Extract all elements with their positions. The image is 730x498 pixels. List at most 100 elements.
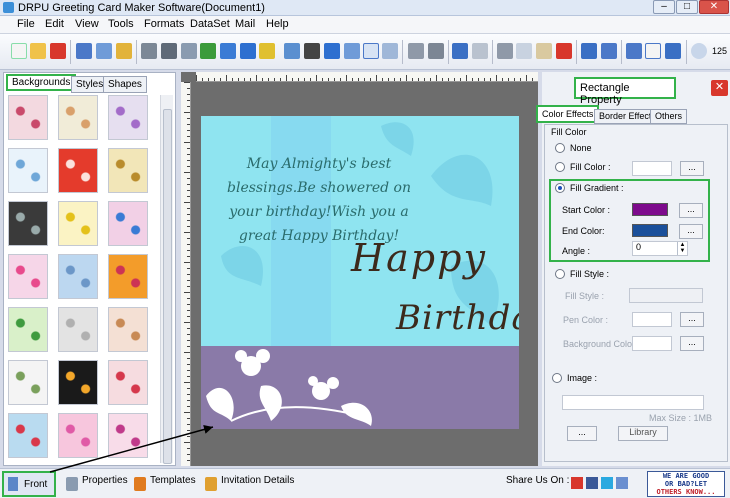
front-button[interactable]: Front	[2, 471, 56, 497]
tab-backgrounds[interactable]: Backgrounds	[6, 74, 77, 91]
background-thumbnail[interactable]	[8, 148, 48, 193]
cut-icon[interactable]	[497, 43, 513, 59]
radio-image[interactable]	[552, 373, 562, 383]
fill-color-swatch[interactable]	[632, 161, 672, 176]
redo-icon[interactable]	[472, 43, 488, 59]
card-wish-text[interactable]: May Almighty's best blessings.Be showere…	[219, 152, 419, 248]
background-thumbnail[interactable]	[8, 413, 48, 458]
menu-view[interactable]: View	[75, 18, 99, 30]
background-color-swatch[interactable]	[632, 336, 672, 351]
shapes-icon[interactable]	[259, 43, 275, 59]
page-setup-icon[interactable]	[181, 43, 197, 59]
data-settings-icon[interactable]	[428, 43, 444, 59]
background-thumbnail[interactable]	[58, 254, 98, 299]
background-thumbnail[interactable]	[58, 201, 98, 246]
barcode-icon[interactable]	[304, 43, 320, 59]
image-path-input[interactable]	[562, 395, 704, 410]
close-icon[interactable]	[50, 43, 66, 59]
zoom-icon[interactable]	[691, 43, 707, 59]
facebook-icon[interactable]	[586, 477, 598, 489]
new-icon[interactable]	[11, 43, 27, 59]
grid-icon[interactable]	[626, 43, 642, 59]
twitter-icon[interactable]	[601, 477, 613, 489]
background-thumbnail[interactable]	[108, 254, 148, 299]
google-plus-icon[interactable]	[571, 477, 583, 489]
close-panel-icon[interactable]: ✕	[711, 80, 728, 96]
thumbnail-scrollbar[interactable]	[160, 95, 173, 464]
copy-icon[interactable]	[516, 43, 532, 59]
menu-file[interactable]: File	[17, 18, 35, 30]
menu-help[interactable]: Help	[266, 18, 289, 30]
minimize-button[interactable]: –	[653, 0, 675, 14]
start-color-swatch[interactable]	[632, 203, 668, 216]
text-icon[interactable]	[324, 43, 340, 59]
background-thumbnail[interactable]	[58, 95, 98, 140]
save-icon[interactable]	[76, 43, 92, 59]
undo-icon[interactable]	[452, 43, 468, 59]
menu-formats[interactable]: Formats	[144, 18, 184, 30]
background-thumbnail[interactable]	[58, 307, 98, 352]
signature-icon[interactable]	[363, 43, 379, 59]
print-icon[interactable]	[161, 43, 177, 59]
radio-none[interactable]	[555, 143, 565, 153]
pen-icon[interactable]	[240, 43, 256, 59]
pen-color-browse-button[interactable]: ...	[680, 312, 704, 327]
share-icon[interactable]	[616, 477, 628, 489]
start-color-browse-button[interactable]: ...	[679, 203, 703, 218]
radio-fill-style[interactable]	[555, 269, 565, 279]
radio-fill-gradient[interactable]	[555, 183, 565, 193]
background-thumbnail[interactable]	[108, 95, 148, 140]
feedback-badge[interactable]: WE ARE GOOD OR BAD?LET OTHERS KNOW...	[647, 471, 725, 497]
invitation-details-button[interactable]: Invitation Details	[221, 475, 294, 486]
properties-button[interactable]: Properties	[82, 475, 128, 486]
close-window-button[interactable]: ✕	[699, 0, 729, 14]
menu-mail[interactable]: Mail	[235, 18, 255, 30]
tab-border-effect[interactable]: Border Effect	[594, 109, 657, 124]
radio-fill-color[interactable]	[555, 162, 565, 172]
background-thumbnail[interactable]	[108, 307, 148, 352]
card-birthday-text[interactable]: Birthday	[396, 298, 519, 338]
word-art-icon[interactable]	[344, 43, 360, 59]
greeting-card[interactable]: May Almighty's best blessings.Be showere…	[201, 116, 519, 429]
image-icon[interactable]	[200, 43, 216, 59]
maximize-button[interactable]: □	[676, 0, 698, 14]
save-as-icon[interactable]	[96, 43, 112, 59]
send-back-icon[interactable]	[601, 43, 617, 59]
tab-shapes[interactable]: Shapes	[103, 76, 147, 93]
line-icon[interactable]	[284, 43, 300, 59]
paste-icon[interactable]	[536, 43, 552, 59]
menu-edit[interactable]: Edit	[45, 18, 64, 30]
menu-tools[interactable]: Tools	[108, 18, 134, 30]
angle-spinner[interactable]: ▲ ▼	[677, 242, 687, 255]
open-icon[interactable]	[30, 43, 46, 59]
email-icon[interactable]	[382, 43, 398, 59]
background-thumbnail[interactable]	[58, 148, 98, 193]
fill-color-browse-button[interactable]: ...	[680, 161, 704, 176]
bring-front-icon[interactable]	[581, 43, 597, 59]
end-color-swatch[interactable]	[632, 224, 668, 237]
background-thumbnail[interactable]	[108, 148, 148, 193]
tab-color-effects[interactable]: Color Effects	[536, 105, 600, 123]
background-thumbnail[interactable]	[8, 254, 48, 299]
background-color-browse-button[interactable]: ...	[680, 336, 704, 351]
export-icon[interactable]	[116, 43, 132, 59]
background-thumbnail[interactable]	[58, 360, 98, 405]
menu-dataset[interactable]: DataSet	[190, 18, 230, 30]
print-preview-icon[interactable]	[141, 43, 157, 59]
database-icon[interactable]	[408, 43, 424, 59]
card-happy-text[interactable]: Happy	[351, 236, 487, 280]
actual-size-icon[interactable]	[645, 43, 661, 59]
library-button[interactable]: Library	[618, 426, 668, 441]
background-thumbnail[interactable]	[8, 201, 48, 246]
zoom-level[interactable]: 125	[712, 46, 727, 56]
background-thumbnail[interactable]	[108, 413, 148, 458]
templates-button[interactable]: Templates	[150, 475, 196, 486]
background-thumbnail[interactable]	[8, 95, 48, 140]
end-color-browse-button[interactable]: ...	[679, 224, 703, 239]
background-thumbnail[interactable]	[58, 413, 98, 458]
picture-icon[interactable]	[220, 43, 236, 59]
fill-style-select[interactable]	[629, 288, 703, 303]
background-thumbnail[interactable]	[108, 360, 148, 405]
tab-others[interactable]: Others	[650, 109, 688, 124]
background-thumbnail[interactable]	[8, 360, 48, 405]
